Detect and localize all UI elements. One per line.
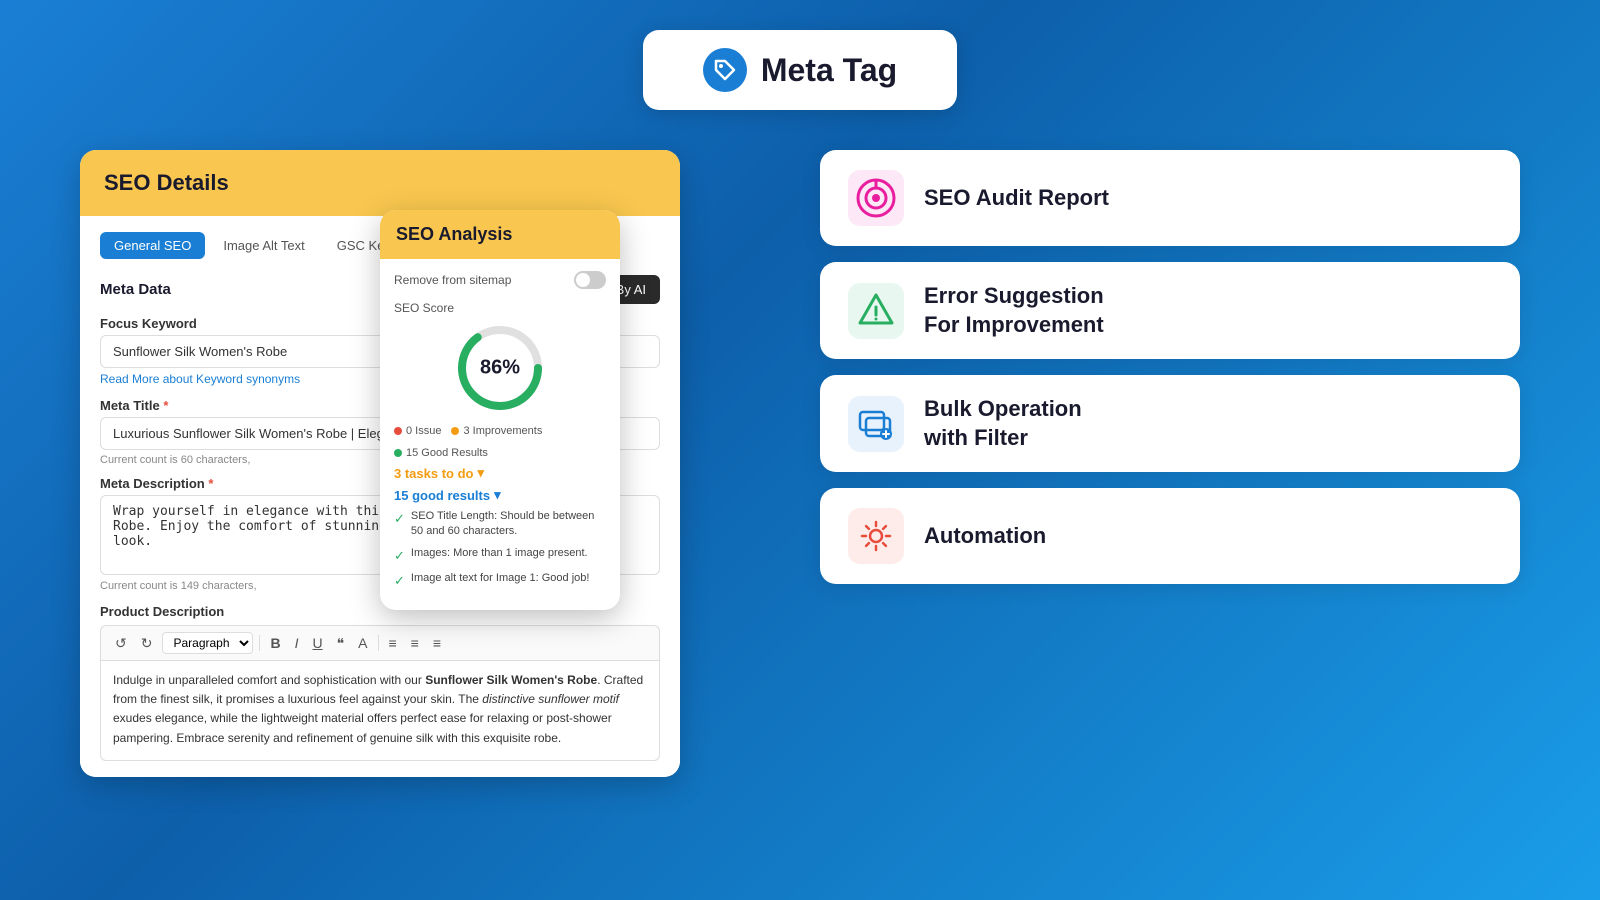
good-results-label: 15 Good Results: [406, 447, 488, 459]
bulk-icon: [854, 402, 898, 446]
toolbar-separator-2: [378, 635, 379, 651]
seo-analysis-header: SEO Analysis: [380, 210, 620, 259]
feature-card-automation[interactable]: Automation: [820, 488, 1520, 584]
score-circle: 86%: [455, 323, 545, 413]
tasks-label: 3 tasks to do: [394, 466, 473, 481]
tasks-header[interactable]: 3 tasks to do ▾: [394, 465, 606, 481]
feature-card-error-suggestion[interactable]: Error SuggestionFor Improvement: [820, 262, 1520, 359]
editor-content[interactable]: Indulge in unparalleled comfort and soph…: [100, 661, 660, 761]
tasks-chevron: ▾: [477, 465, 484, 481]
seo-analysis-card: SEO Analysis Remove from sitemap SEO Sco…: [380, 210, 620, 610]
tab-general-seo[interactable]: General SEO: [100, 232, 205, 259]
remove-sitemap-row: Remove from sitemap: [394, 271, 606, 289]
result-text-3: Image alt text for Image 1: Good job!: [411, 571, 590, 586]
stat-good-results: 15 Good Results: [394, 447, 488, 459]
feature-card-bulk-operation[interactable]: Bulk Operationwith Filter: [820, 375, 1520, 472]
result-item-1: ✓ SEO Title Length: Should be between 50…: [394, 509, 606, 540]
header: Meta Tag: [0, 0, 1600, 110]
stat-issues: 0 Issue: [394, 425, 441, 437]
error-icon-wrapper: [848, 283, 904, 339]
good-results-dot: [394, 449, 402, 457]
editor-toolbar: ↺ ↻ Paragraph B I U ❝ A ≡ ≡ ≡: [100, 625, 660, 661]
stat-improvements: 3 Improvements: [451, 425, 542, 437]
seo-audit-icon-wrapper: [848, 170, 904, 226]
error-suggestion-title: Error SuggestionFor Improvement: [924, 282, 1104, 339]
check-icon-1: ✓: [394, 510, 405, 528]
bold-button[interactable]: B: [266, 633, 284, 653]
tasks-section: 3 tasks to do ▾ 15 good results ▾ ✓ SEO …: [394, 465, 606, 590]
seo-details-header: SEO Details: [80, 150, 680, 216]
good-results-section-header[interactable]: 15 good results ▾: [394, 487, 606, 503]
seo-details-wrapper: SEO Details General SEO Image Alt Text G…: [80, 150, 780, 777]
seo-audit-title: SEO Audit Report: [924, 184, 1109, 213]
meta-data-label: Meta Data: [100, 281, 171, 298]
error-icon: [854, 289, 898, 333]
good-results-chevron: ▾: [494, 487, 501, 503]
features-column: SEO Audit Report Error SuggestionFor Imp…: [820, 150, 1520, 584]
seo-details-title: SEO Details: [104, 170, 229, 195]
seo-analysis-title: SEO Analysis: [396, 224, 512, 244]
tab-image-alt[interactable]: Image Alt Text: [209, 232, 318, 259]
bulk-operation-title: Bulk Operationwith Filter: [924, 395, 1082, 452]
undo-button[interactable]: ↺: [111, 633, 131, 654]
score-circle-wrapper: 86%: [394, 323, 606, 413]
good-results-section-label: 15 good results: [394, 488, 490, 503]
align-center-button[interactable]: ≡: [407, 633, 423, 653]
redo-button[interactable]: ↻: [137, 633, 157, 654]
italic-button[interactable]: I: [291, 633, 303, 653]
remove-sitemap-toggle[interactable]: [574, 271, 606, 289]
align-right-button[interactable]: ≡: [429, 633, 445, 653]
underline-button[interactable]: U: [308, 633, 326, 653]
automation-title: Automation: [924, 522, 1046, 551]
result-item-2: ✓ Images: More than 1 image present.: [394, 546, 606, 565]
score-stats: 0 Issue 3 Improvements 15 Good Results: [394, 425, 606, 459]
score-value: 86%: [480, 357, 520, 380]
check-icon-2: ✓: [394, 547, 405, 565]
bulk-icon-wrapper: [848, 396, 904, 452]
seo-score-label: SEO Score: [394, 301, 606, 315]
result-text-2: Images: More than 1 image present.: [411, 546, 588, 561]
tag-icon: [703, 48, 747, 92]
automation-icon-wrapper: [848, 508, 904, 564]
result-item-3: ✓ Image alt text for Image 1: Good job!: [394, 571, 606, 590]
improvements-label: 3 Improvements: [463, 425, 542, 437]
align-left-button[interactable]: ≡: [385, 633, 401, 653]
check-icon-3: ✓: [394, 572, 405, 590]
issues-label: 0 Issue: [406, 425, 441, 437]
result-text-1: SEO Title Length: Should be between 50 a…: [411, 509, 606, 540]
color-button[interactable]: A: [354, 633, 371, 653]
header-title: Meta Tag: [761, 52, 897, 89]
toolbar-separator: [259, 635, 260, 651]
seo-analysis-body: Remove from sitemap SEO Score 86%: [380, 259, 620, 610]
remove-sitemap-label: Remove from sitemap: [394, 273, 511, 287]
improvements-dot: [451, 427, 459, 435]
main-content: SEO Details General SEO Image Alt Text G…: [0, 150, 1600, 777]
quote-button[interactable]: ❝: [333, 633, 349, 654]
automation-icon: [854, 514, 898, 558]
issues-dot: [394, 427, 402, 435]
paragraph-select[interactable]: Paragraph: [162, 632, 253, 654]
feature-card-seo-audit[interactable]: SEO Audit Report: [820, 150, 1520, 246]
header-card: Meta Tag: [643, 30, 957, 110]
seo-audit-icon: [854, 176, 898, 220]
